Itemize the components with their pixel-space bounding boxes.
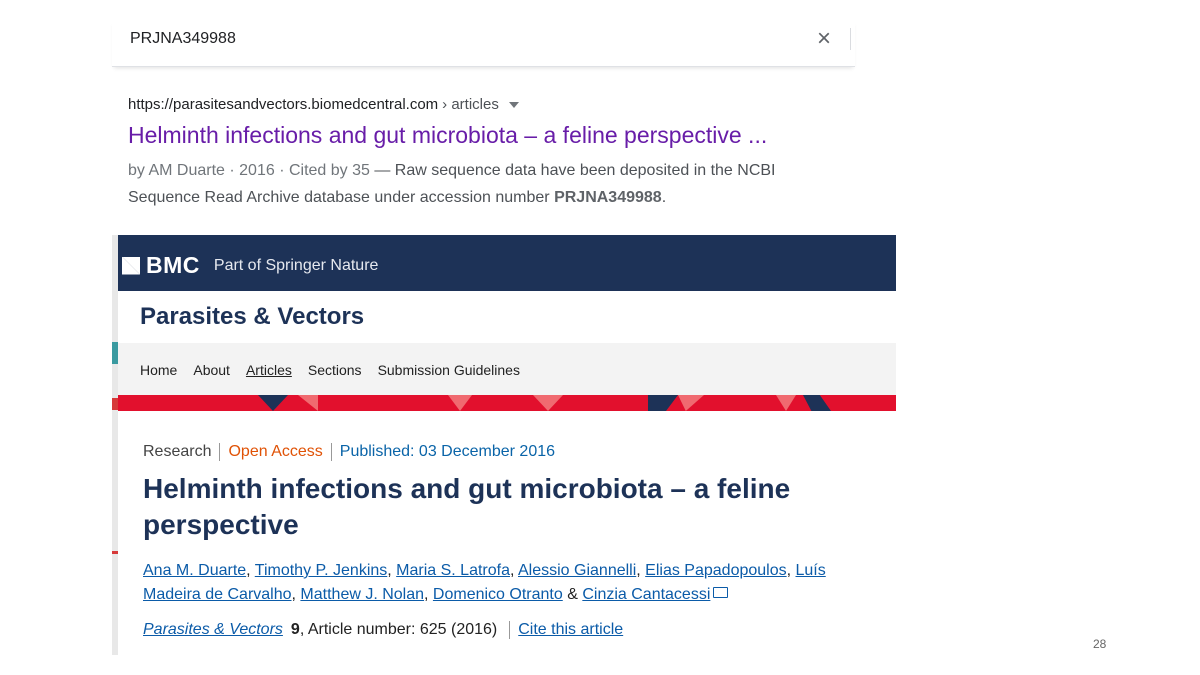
ribbon-shape (648, 395, 678, 411)
tag-divider (330, 443, 332, 461)
journal-title[interactable]: Parasites & Vectors (140, 303, 364, 331)
result-meta: by AM Duarte · 2016 · Cited by 35 (128, 162, 370, 179)
search-result: https://parasitesandvectors.biomedcentra… (128, 96, 848, 211)
author-link[interactable]: Timothy P. Jenkins (255, 562, 388, 579)
bmc-article-screenshot: BMC Part of Springer Nature Parasites & … (112, 235, 896, 655)
nav-home[interactable]: Home (140, 362, 177, 378)
citation-article-number: , Article number: 625 (2016) (299, 621, 498, 638)
citation-journal-link[interactable]: Parasites & Vectors (143, 621, 283, 639)
close-icon[interactable]: × (812, 27, 836, 52)
snippet-end: . (661, 189, 667, 206)
bmc-header: BMC Part of Springer Nature (118, 235, 896, 291)
divider (850, 28, 851, 50)
result-snippet: by AM Duarte · 2016 · Cited by 35 — Raw … (128, 157, 848, 211)
ribbon-shape (533, 395, 563, 411)
journal-nav: Home About Articles Sections Submission … (118, 343, 896, 395)
result-url[interactable]: https://parasitesandvectors.biomedcentra… (128, 96, 848, 113)
result-path: › articles (442, 96, 499, 113)
ribbon-shape (678, 395, 704, 411)
search-input[interactable]: PRJNA349988 (130, 30, 236, 48)
slide-page-number: 28 (1093, 637, 1107, 651)
result-domain: https://parasitesandvectors.biomedcentra… (128, 96, 439, 113)
citation-line: Parasites & Vectors 9 , Article number: … (143, 621, 883, 639)
article-header: Research Open Access Published: 03 Decem… (143, 443, 883, 639)
author-link[interactable]: Domenico Otranto (433, 586, 563, 603)
author-link[interactable]: Maria S. Latrofa (396, 562, 510, 579)
cite-this-article-link[interactable]: Cite this article (518, 621, 623, 639)
author-link[interactable]: Ana M. Duarte (143, 562, 246, 579)
ribbon-shape (298, 395, 318, 411)
bmc-logo-text: BMC (146, 252, 200, 278)
published-date: Published: 03 December 2016 (339, 443, 556, 460)
article-type: Research (143, 443, 212, 460)
nav-articles[interactable]: Articles (246, 362, 292, 378)
open-access-badge: Open Access (228, 443, 323, 460)
journal-bar: Parasites & Vectors (118, 291, 896, 344)
window-edge-accent (112, 551, 118, 554)
ribbon-shape (803, 395, 831, 411)
caret-down-icon[interactable] (508, 101, 519, 108)
nav-submission-guidelines[interactable]: Submission Guidelines (378, 362, 520, 378)
article-title: Helminth infections and gut microbiota –… (143, 473, 791, 540)
author-link[interactable]: Matthew J. Nolan (300, 586, 424, 603)
author-link[interactable]: Alessio Giannelli (518, 562, 636, 579)
ribbon-shape (258, 395, 288, 411)
search-bar: PRJNA349988 × (112, 20, 855, 67)
author-link[interactable]: Elias Papadopoulos (645, 562, 786, 579)
bmc-tagline: Part of Springer Nature (213, 256, 379, 274)
author-list: Ana M. Duarte, Timothy P. Jenkins, Maria… (143, 562, 826, 603)
ribbon-shape (776, 395, 796, 411)
author-link[interactable]: Cinzia Cantacessi (582, 586, 710, 603)
snippet-accession: PRJNA349988 (554, 189, 662, 206)
citation-divider (509, 621, 511, 639)
bmc-logo[interactable]: BMC Part of Springer Nature (122, 252, 379, 279)
nav-sections[interactable]: Sections (308, 362, 362, 378)
mail-icon[interactable] (713, 587, 729, 598)
citation-volume: 9 (290, 621, 300, 638)
nav-about[interactable]: About (193, 362, 230, 378)
ribbon-shape (448, 395, 472, 411)
decorative-ribbon (118, 395, 896, 411)
result-title-link[interactable]: Helminth infections and gut microbiota –… (128, 122, 848, 149)
article-tags: Research Open Access Published: 03 Decem… (143, 443, 883, 461)
tag-divider (219, 443, 221, 461)
